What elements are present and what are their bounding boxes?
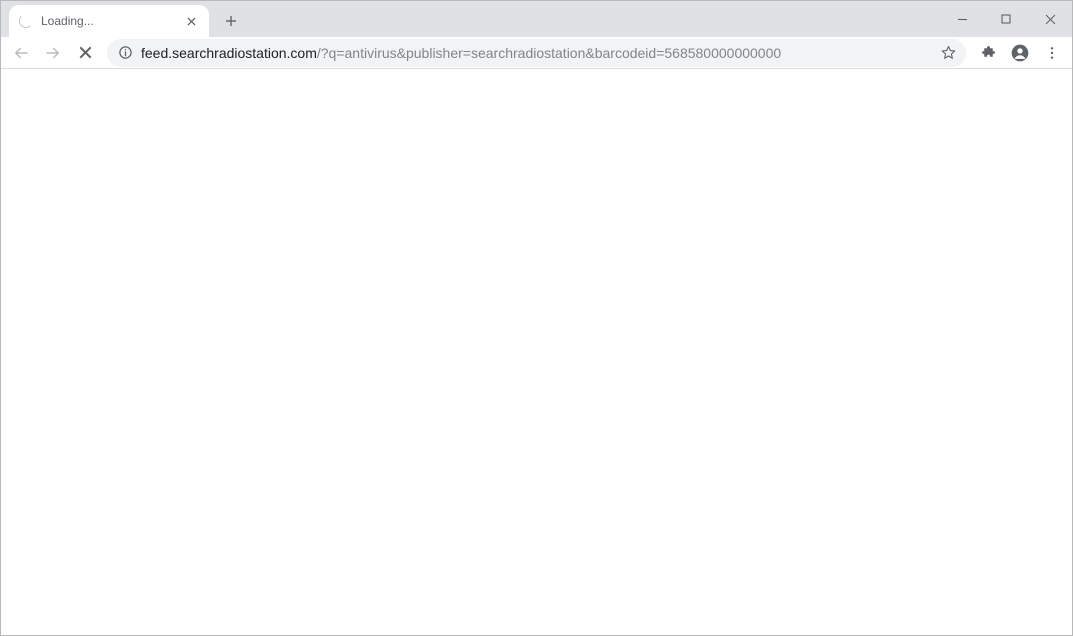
menu-button[interactable] [1038,39,1066,67]
close-icon [187,17,196,26]
loading-spinner-icon [19,14,33,28]
tab-title: Loading... [41,14,175,28]
close-tab-button[interactable] [183,13,199,29]
extensions-button[interactable] [974,39,1002,67]
browser-tab[interactable]: Loading... [9,5,209,37]
minimize-window-button[interactable] [940,1,984,37]
close-icon [1045,14,1056,25]
page-viewport [1,69,1072,635]
back-button[interactable] [7,39,35,67]
site-info-button[interactable] [117,45,133,61]
browser-toolbar: feed.searchradiostation.com/?q=antivirus… [1,37,1072,69]
stop-reload-button[interactable] [71,39,99,67]
new-tab-button[interactable] [217,7,245,35]
url-text[interactable]: feed.searchradiostation.com/?q=antivirus… [141,45,930,61]
kebab-icon [1044,45,1060,61]
url-host: feed.searchradiostation.com [141,45,317,61]
close-window-button[interactable] [1028,1,1072,37]
star-icon [940,44,957,61]
puzzle-icon [980,44,997,61]
url-path: /?q=antivirus&publisher=searchradiostati… [317,45,781,61]
minimize-icon [957,14,968,25]
maximize-icon [1001,14,1011,24]
arrow-right-icon [44,44,62,62]
maximize-window-button[interactable] [984,1,1028,37]
address-bar[interactable]: feed.searchradiostation.com/?q=antivirus… [107,39,966,67]
forward-button[interactable] [39,39,67,67]
arrow-left-icon [12,44,30,62]
info-icon [118,45,133,60]
tab-strip: Loading... [1,1,1072,37]
plus-icon [225,15,237,27]
stop-icon [79,46,92,59]
window-controls [940,1,1072,37]
bookmark-button[interactable] [938,43,958,63]
avatar-icon [1010,43,1030,63]
profile-button[interactable] [1006,39,1034,67]
